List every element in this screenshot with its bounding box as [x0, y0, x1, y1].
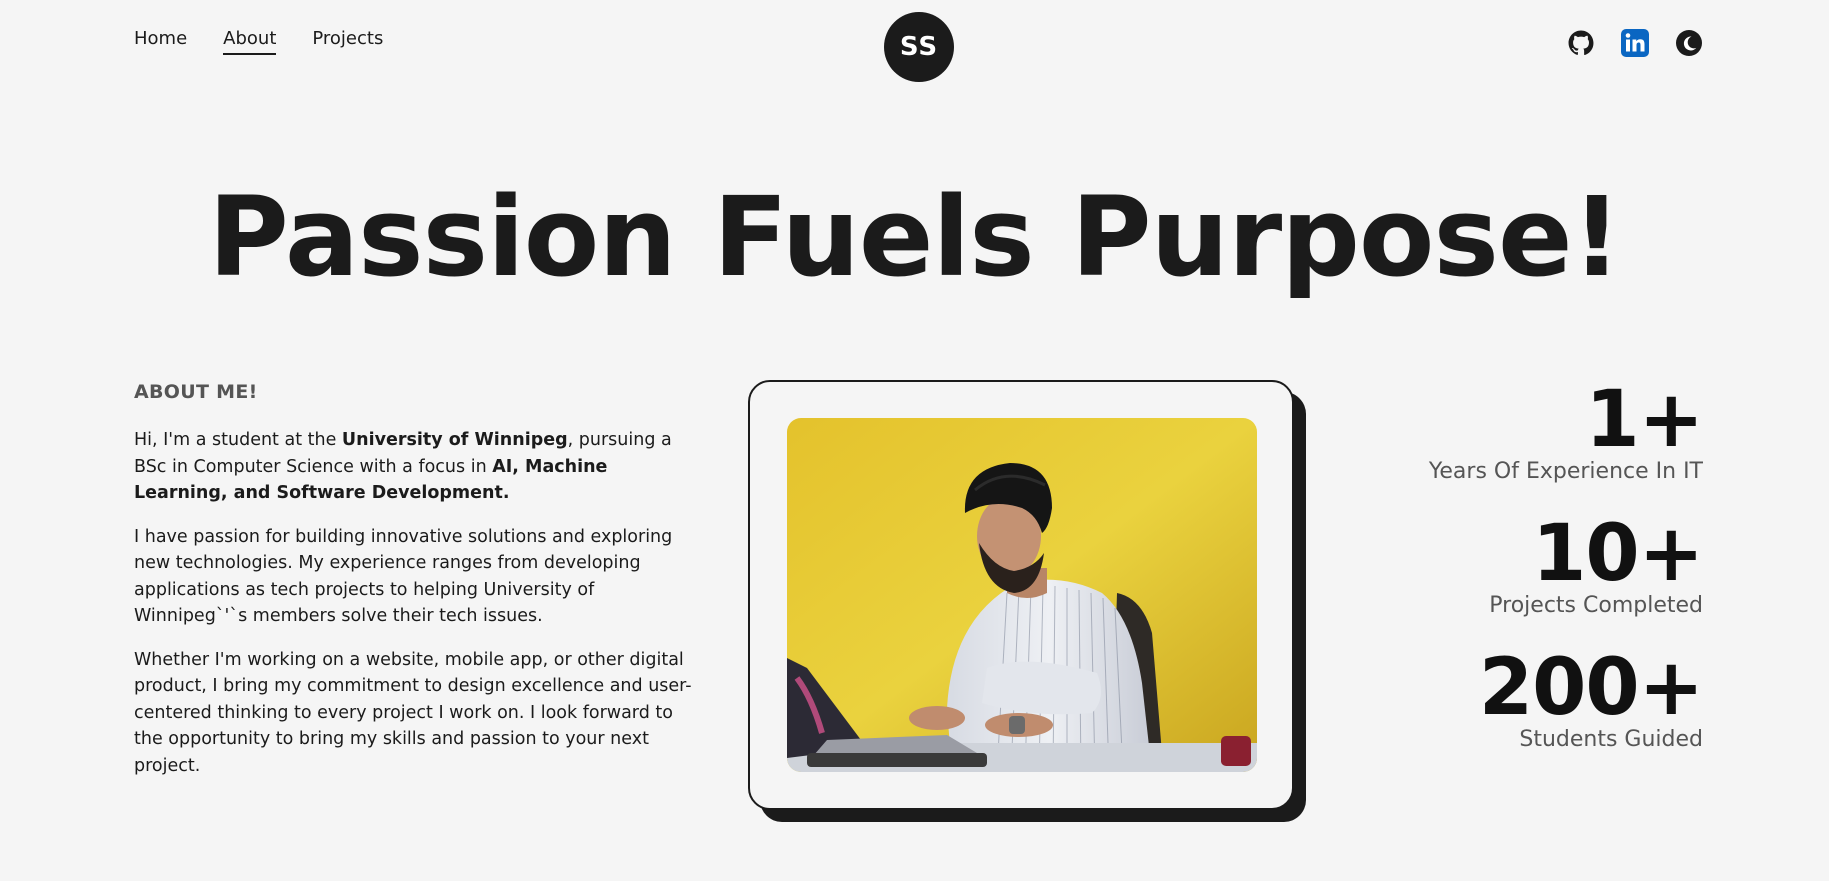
about-p1-text-1: Hi, I'm a student at the — [134, 430, 342, 450]
stat-label: Projects Completed — [1489, 593, 1703, 618]
github-icon[interactable] — [1566, 28, 1596, 58]
about-paragraph-2: I have passion for building innovative s… — [134, 526, 673, 627]
stat-experience: 1+ Years Of Experience In IT — [1303, 375, 1704, 486]
about-section: ABOUT ME! Hi, I'm a student at the Unive… — [134, 381, 694, 796]
main-nav: Home About Projects — [134, 28, 383, 55]
stat-label: Years Of Experience In IT — [1428, 459, 1703, 484]
stat-value: 1+ — [1585, 375, 1704, 465]
about-paragraph-1: Hi, I'm a student at the University of W… — [134, 427, 694, 507]
stat-students: 200+ Students Guided — [1303, 643, 1704, 754]
photo-card-frame — [748, 380, 1294, 810]
social-links — [1566, 28, 1704, 58]
profile-photo — [787, 418, 1257, 772]
about-heading: ABOUT ME! — [134, 381, 258, 403]
about-paragraph-3: Whether I'm working on a website, mobile… — [134, 649, 692, 776]
university-name: University of Winnipeg — [341, 430, 568, 450]
stat-value: 200+ — [1478, 643, 1704, 733]
stat-projects: 10+ Projects Completed — [1303, 509, 1704, 620]
nav-about-link[interactable]: About — [223, 28, 277, 55]
site-header: Home About Projects SS — [0, 0, 1829, 90]
hero-title: Passion Fuels Purpose! — [208, 173, 1622, 301]
linkedin-icon[interactable] — [1620, 28, 1650, 58]
nav-projects-link[interactable]: Projects — [312, 28, 383, 53]
logo-badge[interactable]: SS — [884, 12, 954, 82]
stat-value: 10+ — [1532, 509, 1704, 599]
stats-section: 1+ Years Of Experience In IT 10+ Project… — [1303, 375, 1704, 782]
nav-home-link[interactable]: Home — [134, 28, 187, 53]
photo-card — [748, 380, 1306, 822]
moon-icon[interactable] — [1674, 28, 1704, 58]
